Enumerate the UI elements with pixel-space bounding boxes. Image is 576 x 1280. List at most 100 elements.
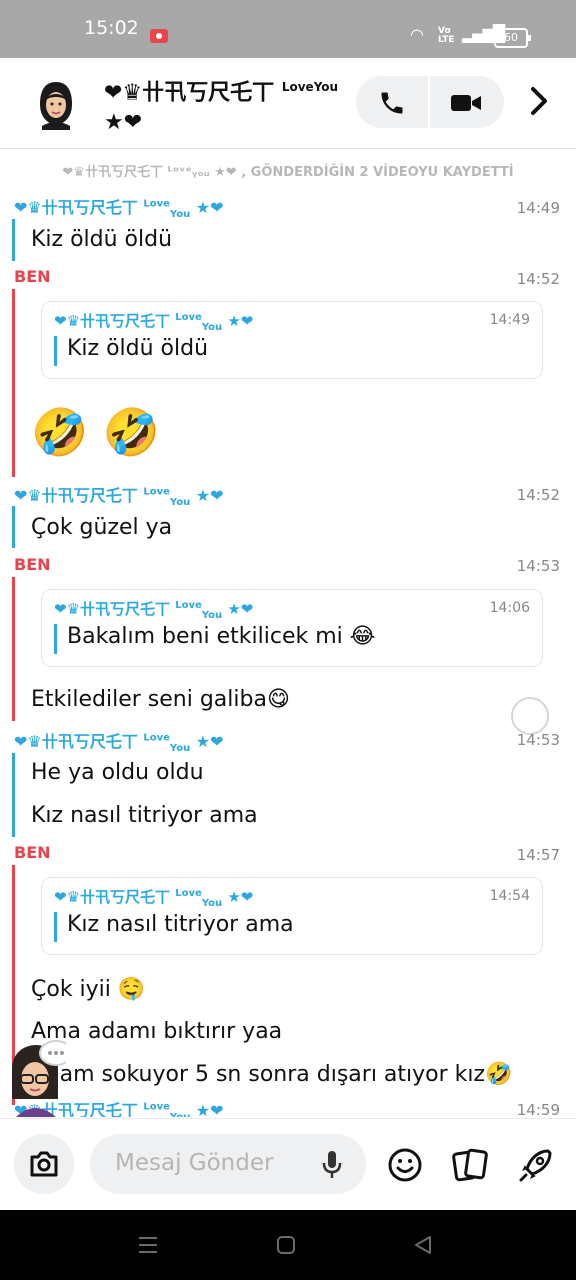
quoted-sender-tail: ★❤ [227, 888, 254, 906]
status-time: 15:02 [84, 17, 139, 39]
message-text[interactable]: Çok iyii 🤤 [31, 977, 145, 1002]
quoted-sender: ❤♛卄卂丂尺乇丅 LoveYou ★❤ [54, 886, 253, 909]
quoted-sender-love: Love [175, 888, 202, 899]
sender-name-main: ❤♛卄卂丂尺乇丅 [14, 486, 138, 505]
message-text[interactable]: Kız nasıl titriyor ama [31, 803, 258, 828]
message-text[interactable]: Kiz öldü öldü [31, 227, 172, 252]
message-time: 14:52 [516, 270, 560, 288]
quoted-sender-tail: ★❤ [227, 312, 254, 330]
back-icon[interactable] [412, 1234, 434, 1256]
quoted-sender-you: You [201, 898, 223, 909]
contact-name-tail: ★❤ [104, 110, 143, 136]
volte-indicator: Vo LTE [438, 26, 455, 45]
video-call-icon[interactable] [450, 91, 482, 115]
contact-name[interactable]: ❤♛卄卂丂尺乇丅 LoveYou ★❤ [104, 72, 364, 138]
screen-record-icon [150, 29, 168, 43]
emoji-message[interactable]: 🤣 🤣 [31, 405, 160, 460]
quoted-text: Bakalım beni etkilicek mi 😂 [67, 624, 376, 649]
sender-name-main: ❤♛卄卂丂尺乇丅 [14, 732, 138, 751]
contact-avatar[interactable] [36, 80, 76, 130]
battery-indicator: 60 [494, 28, 531, 48]
quoted-message[interactable]: ❤♛卄卂丂尺乇丅 LoveYou ★❤ 14:06 Bakalım beni e… [41, 589, 543, 667]
contact-name-you: You [313, 80, 339, 94]
sender-name-love: Love [143, 1101, 170, 1113]
typing-bitmoji [12, 1040, 66, 1117]
me-label: BEN [14, 555, 51, 574]
sender-name-you: You [170, 1112, 190, 1117]
sender-name-you: You [169, 209, 191, 221]
sender-name-you: You [169, 497, 191, 509]
status-bar: 15:02 ◠ Vo LTE ▂▄▆█ 60 [0, 0, 576, 58]
message-time: 14:59 [516, 1101, 560, 1117]
contact-name-main: ❤♛卄卂丂尺乇丅 [104, 80, 275, 106]
quoted-sender-love: Love [175, 312, 202, 323]
contact-name-love: Love [281, 80, 314, 94]
camera-button[interactable] [14, 1134, 74, 1194]
quoted-message[interactable]: ❤♛卄卂丂尺乇丅 LoveYou ★❤ 14:49 Kiz öldü öldü [41, 301, 543, 379]
sender-name-love: Love [143, 732, 170, 744]
message-text[interactable]: Adam sokuyor 5 sn sonra dışarı atıyor kı… [31, 1062, 512, 1087]
me-bar [12, 289, 15, 477]
quoted-time: 14:06 [489, 600, 530, 616]
chevron-right-icon[interactable] [528, 85, 550, 117]
quoted-time: 14:54 [489, 888, 530, 904]
quoted-sender-you: You [201, 610, 223, 621]
quoted-sender-main: ❤♛卄卂丂尺乇丅 [54, 600, 171, 618]
quoted-sender: ❤♛卄卂丂尺乇丅 LoveYou ★❤ [54, 310, 253, 333]
call-buttons-group [356, 76, 504, 128]
message-text[interactable]: Ama adamı bıktırır yaa [31, 1019, 282, 1044]
sender-name-tail: ★❤ [195, 486, 224, 505]
message-text[interactable]: He ya oldu oldu [31, 760, 204, 785]
them-bar [12, 753, 15, 837]
sender-name-tail: ★❤ [195, 198, 224, 217]
quoted-sender: ❤♛卄卂丂尺乇丅 LoveYou ★❤ [54, 598, 253, 621]
cards-icon[interactable] [452, 1147, 488, 1183]
message-time: 14:57 [516, 846, 560, 864]
quoted-sender-you: You [201, 322, 223, 333]
me-label: BEN [14, 843, 51, 862]
camera-icon [30, 1151, 58, 1177]
home-icon[interactable] [275, 1234, 297, 1256]
sender-name-main: ❤♛卄卂丂尺乇丅 [14, 198, 138, 217]
phone-call-icon[interactable] [378, 89, 406, 117]
sender-name-tail: ★❤ [195, 732, 224, 751]
smiley-icon[interactable] [387, 1147, 423, 1183]
quoted-sender-love: Love [175, 600, 202, 611]
call-divider [428, 76, 430, 128]
quoted-text: Kız nasıl titriyor ama [67, 912, 294, 937]
microphone-icon[interactable] [322, 1150, 342, 1180]
chat-header: ❤♛卄卂丂尺乇丅 LoveYou ★❤ [0, 58, 576, 149]
sender-name-love: Love [143, 486, 170, 498]
message-time: 14:52 [516, 486, 560, 504]
recents-icon[interactable] [136, 1234, 160, 1256]
them-bar [12, 219, 15, 261]
message-input[interactable]: Mesaj Gönder [90, 1134, 366, 1194]
them-bar [12, 506, 15, 548]
message-time: 14:53 [516, 731, 560, 749]
sender-name-you: You [169, 743, 191, 755]
rocket-icon[interactable] [518, 1147, 554, 1183]
wifi-icon: ◠ [410, 25, 424, 44]
chat-messages[interactable]: ❤♛卄卂丂尺乇丅 ᴸᵒᵛᵉᵧₒᵤ ★❤ , GÖNDERDİĞİN 2 VİDE… [0, 149, 576, 1117]
quote-bar [54, 336, 57, 366]
me-label: BEN [14, 267, 51, 286]
quoted-message[interactable]: ❤♛卄卂丂尺乇丅 LoveYou ★❤ 14:54 Kız nasıl titr… [41, 877, 543, 955]
message-time: 14:49 [516, 199, 560, 217]
quoted-sender-tail: ★❤ [227, 600, 254, 618]
loading-spinner [511, 697, 549, 735]
sender-name: ❤♛卄卂丂尺乇丅 LoveYou ★❤ [14, 728, 224, 754]
sender-name: ❤♛卄卂丂尺乇丅 LoveYou ★❤ [14, 194, 224, 220]
message-text[interactable]: Etkilediler seni galiba😋 [31, 687, 290, 712]
quoted-text: Kiz öldü öldü [67, 336, 209, 361]
sender-name-tail: ★❤ [195, 1101, 224, 1117]
message-input-placeholder: Mesaj Gönder [115, 1150, 274, 1176]
message-text[interactable]: Çok güzel ya [31, 515, 172, 540]
me-bar [12, 577, 15, 721]
system-note-saved-videos: ❤♛卄卂丂尺乇丅 ᴸᵒᵛᵉᵧₒᵤ ★❤ , GÖNDERDİĞİN 2 VİDE… [62, 165, 514, 180]
message-time: 14:53 [516, 557, 560, 575]
system-nav-bar [0, 1210, 576, 1280]
quoted-sender-main: ❤♛卄卂丂尺乇丅 [54, 888, 171, 906]
quoted-time: 14:49 [489, 312, 530, 328]
quote-bar [54, 912, 57, 942]
message-composer: Mesaj Gönder [0, 1118, 576, 1211]
